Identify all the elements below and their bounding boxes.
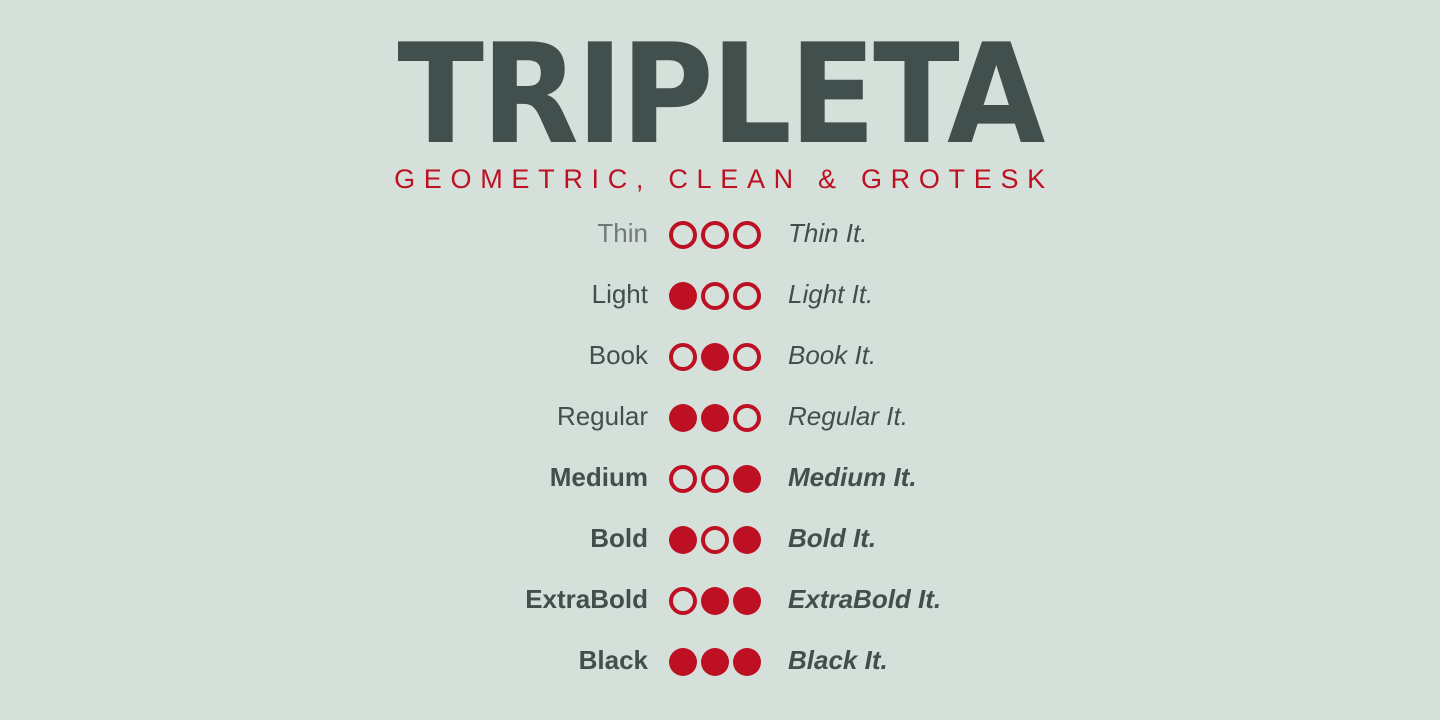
weight-indicator [669, 282, 765, 310]
weight-dot [733, 587, 761, 615]
weight-dot [669, 526, 697, 554]
weight-dot [733, 343, 761, 371]
weight-indicator [669, 465, 765, 493]
weight-row-medium: Medium Medium It. [0, 449, 1440, 505]
weight-indicator [669, 587, 765, 615]
italic-name: Regular It. [788, 401, 908, 431]
weight-dot [669, 404, 697, 432]
weight-name: Regular [556, 401, 648, 431]
weight-dot [733, 526, 761, 554]
weight-dot [669, 587, 697, 615]
weight-dot [669, 465, 697, 493]
weight-dot [733, 221, 761, 249]
weight-row-bold: Bold Bold It. [0, 510, 1440, 566]
weight-row-light: Light Light It. [0, 266, 1440, 322]
weight-row-extrabold: ExtraBold ExtraBold It. [0, 571, 1440, 627]
weight-dot [669, 648, 697, 676]
italic-name: Thin It. [788, 218, 868, 248]
weight-dot [701, 343, 729, 371]
weight-indicator [669, 404, 765, 432]
weight-indicator [669, 526, 765, 554]
weight-indicator [669, 343, 765, 371]
weight-dot [669, 343, 697, 371]
weight-dot [733, 465, 761, 493]
italic-name: Black It. [788, 645, 888, 675]
weight-dot [701, 465, 729, 493]
italic-name: ExtraBold It. [788, 584, 942, 614]
weight-row-black: Black Black It. [0, 632, 1440, 688]
weight-dot [701, 282, 729, 310]
weight-name: Bold [590, 523, 648, 553]
italic-name: Bold It. [788, 523, 877, 553]
weight-name: Book [588, 340, 648, 370]
weight-name: Black [578, 645, 648, 675]
weight-indicator [669, 648, 765, 676]
tagline: GEOMETRIC, CLEAN & GROTESK [394, 164, 1054, 194]
weight-dot [669, 221, 697, 249]
weight-indicator [669, 221, 765, 249]
weight-dot [701, 648, 729, 676]
weight-row-book: Book Book It. [0, 327, 1440, 383]
weight-dot [669, 282, 697, 310]
italic-name: Book It. [788, 340, 877, 370]
weight-name: Medium [549, 462, 648, 492]
weight-dot [701, 404, 729, 432]
weight-name: Thin [597, 218, 648, 248]
italic-name: Medium It. [788, 462, 917, 492]
weight-name: ExtraBold [525, 584, 648, 614]
weight-dot [733, 282, 761, 310]
weight-dot [701, 526, 729, 554]
weight-dot [701, 587, 729, 615]
weight-dot [701, 221, 729, 249]
weight-row-thin: Thin Thin It. [0, 205, 1440, 261]
italic-name: Light It. [788, 279, 874, 309]
page-title: TRIPLETA [397, 14, 1045, 175]
weight-dot [733, 404, 761, 432]
weight-dot [733, 648, 761, 676]
weight-name: Light [591, 279, 648, 309]
weight-row-regular: Regular Regular It. [0, 388, 1440, 444]
